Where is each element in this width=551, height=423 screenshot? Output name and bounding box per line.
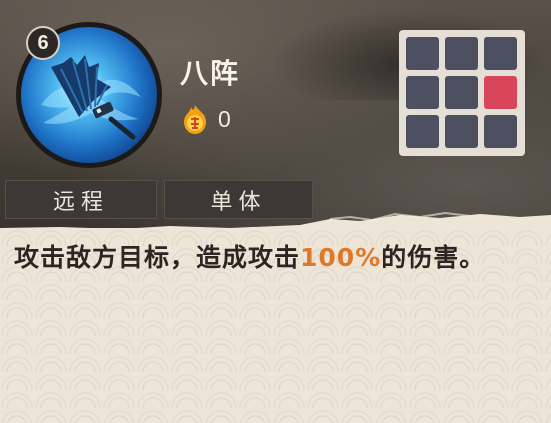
damage-percent-highlight: 100%: [300, 243, 382, 272]
level-badge: 6: [26, 26, 60, 60]
grid-cell: [445, 115, 478, 148]
grid-cell: [484, 115, 517, 148]
grid-cell: [445, 37, 478, 70]
target-type-tag: 单体: [164, 180, 313, 219]
grid-cell: [445, 76, 478, 109]
grid-cell: [406, 115, 439, 148]
grid-cell-active: [484, 76, 517, 109]
description-text-end: 的伤害。: [381, 243, 486, 272]
range-type-tag: 远程: [5, 180, 157, 219]
grid-cell: [406, 76, 439, 109]
fire-orb-icon: [184, 105, 206, 134]
skill-description: 攻击敌方目标，造成攻击100%的伤害。: [14, 240, 534, 276]
range-grid: [399, 30, 525, 156]
skill-name: 八阵: [180, 57, 241, 90]
grid-cell: [406, 37, 439, 70]
grid-cell: [484, 37, 517, 70]
description-text: 攻击敌方目标，造成攻击: [14, 243, 301, 272]
cost-value: 0: [218, 106, 231, 132]
